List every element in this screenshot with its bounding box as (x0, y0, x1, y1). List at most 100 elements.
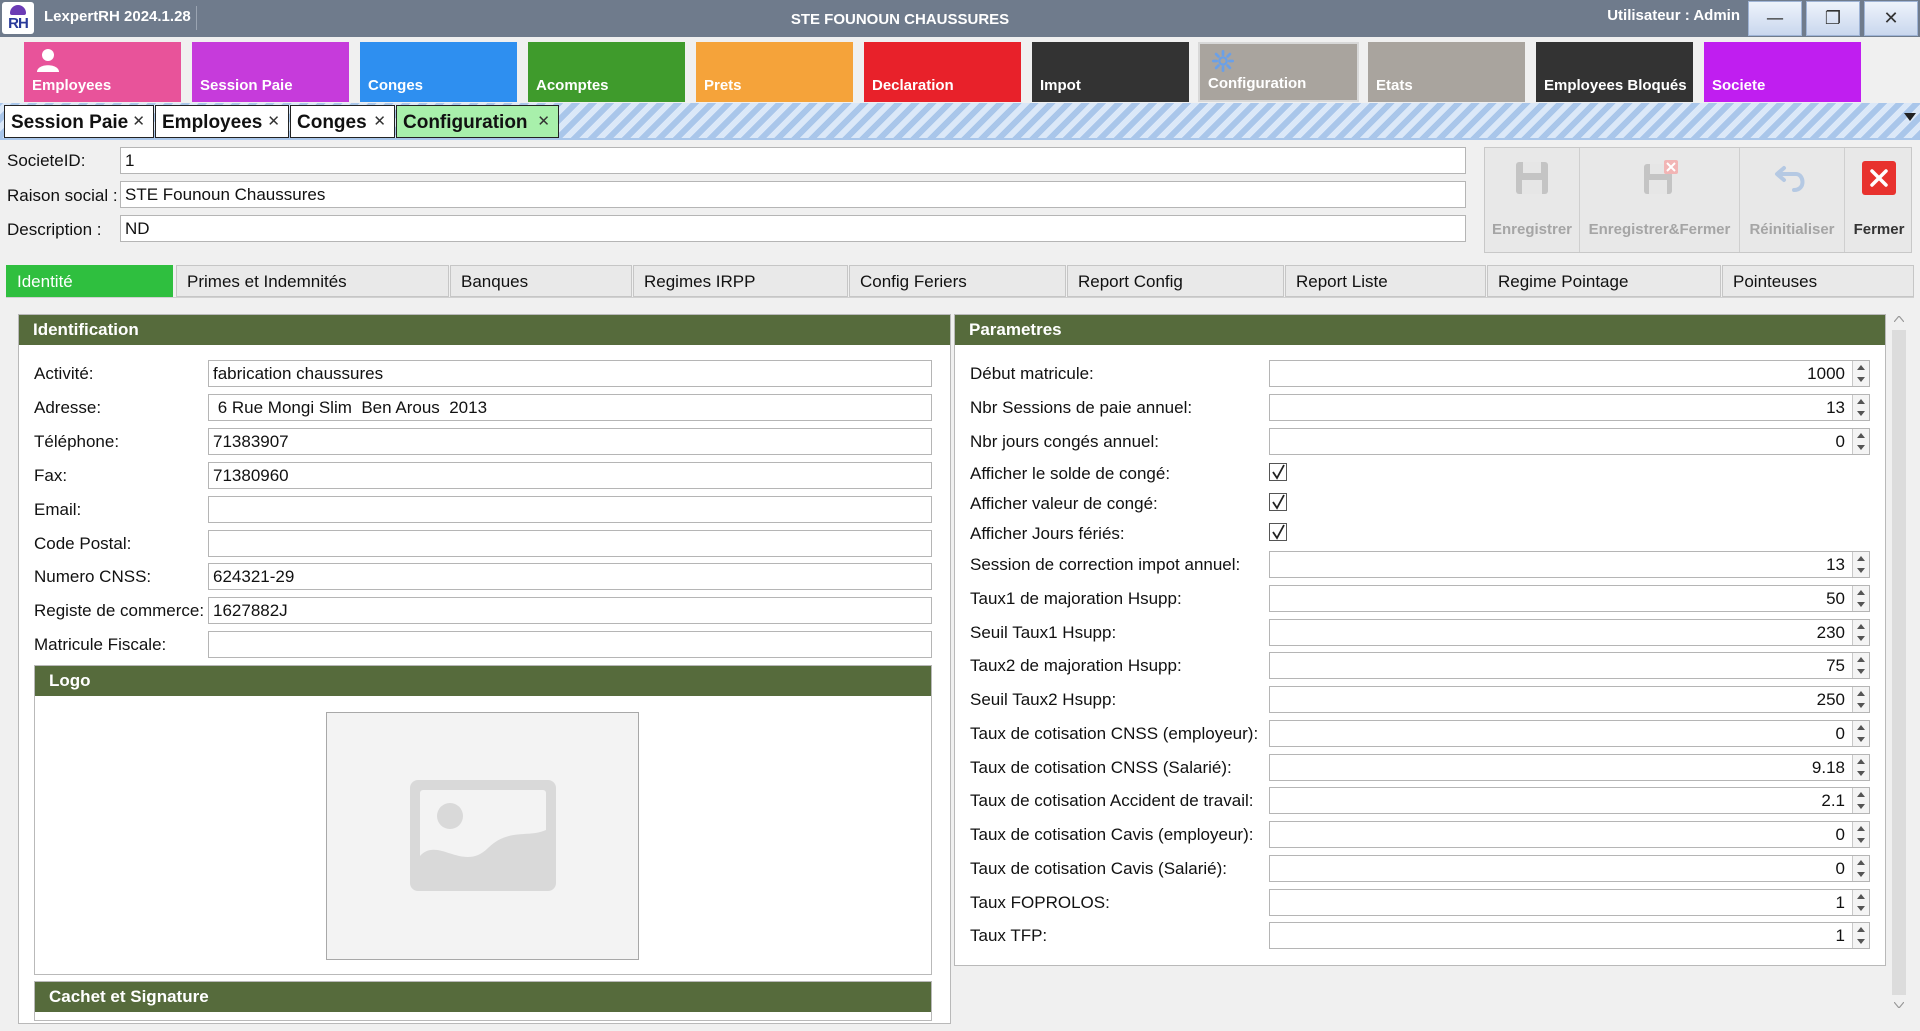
close-button[interactable]: Fermer (1845, 148, 1913, 252)
module-label: Employees Bloqués (1544, 77, 1687, 94)
spinner[interactable] (1852, 586, 1869, 611)
cnss-salarie-field[interactable]: 9.18 (1269, 754, 1870, 781)
accident-travail-field[interactable]: 2.1 (1269, 787, 1870, 814)
seuil-taux2-field[interactable]: 250 (1269, 686, 1870, 713)
registe-commerce-field[interactable]: 1627882J (208, 597, 932, 624)
seuil-taux1-field[interactable]: 230 (1269, 619, 1870, 646)
module-employees[interactable]: Employees (24, 42, 181, 102)
cavis-salarie-field[interactable]: 0 (1269, 855, 1870, 882)
close-icon[interactable]: ✕ (267, 112, 280, 130)
spinner[interactable] (1852, 395, 1869, 420)
raison-social-field[interactable]: STE Founoun Chaussures (120, 181, 1466, 208)
tab-identite[interactable]: Identité (6, 265, 173, 297)
spinner[interactable] (1852, 620, 1869, 645)
doc-tab-session-paie[interactable]: Session Paie ✕ (4, 105, 154, 138)
cavis-employeur-field[interactable]: 0 (1269, 821, 1870, 848)
module-employees-bloques[interactable]: Employees Bloqués (1536, 42, 1693, 102)
spinner[interactable] (1852, 822, 1869, 847)
restore-button[interactable]: ❐ (1806, 1, 1860, 36)
taux1-majoration-field[interactable]: 50 (1269, 585, 1870, 612)
numero-cnss-field[interactable]: 624321-29 (208, 563, 932, 590)
cnss-employeur-field[interactable]: 0 (1269, 720, 1870, 747)
activite-label: Activité: (34, 364, 94, 383)
spinner[interactable] (1852, 361, 1869, 386)
close-icon[interactable]: ✕ (537, 112, 550, 130)
chevron-down-icon[interactable] (1904, 113, 1916, 121)
close-icon[interactable]: ✕ (373, 112, 386, 130)
spinner[interactable] (1852, 429, 1869, 454)
nbr-sessions-field[interactable]: 13 (1269, 394, 1870, 421)
email-field[interactable] (208, 496, 932, 523)
debut-matricule-field[interactable]: 1000 (1269, 360, 1870, 387)
spinner[interactable] (1852, 890, 1869, 915)
vertical-scrollbar[interactable] (1890, 310, 1908, 1015)
module-societe[interactable]: Societe (1704, 42, 1861, 102)
spinner[interactable] (1852, 923, 1869, 948)
logo-header: Logo (35, 666, 931, 696)
scrollbar-thumb[interactable] (1892, 330, 1906, 995)
tab-config-feriers[interactable]: Config Feriers (849, 265, 1066, 297)
spinner[interactable] (1852, 552, 1869, 577)
doc-tab-conges[interactable]: Conges ✕ (290, 105, 395, 138)
cnss-employeur-label: Taux de cotisation CNSS (employeur): (970, 724, 1259, 743)
description-field[interactable]: ND (120, 215, 1466, 242)
module-conges[interactable]: Conges (360, 42, 517, 102)
tab-pointeuses[interactable]: Pointeuses (1722, 265, 1914, 297)
session-correction-field[interactable]: 13 (1269, 551, 1870, 578)
nbr-jours-conges-field[interactable]: 0 (1269, 428, 1870, 455)
matricule-fiscale-field[interactable] (208, 631, 932, 658)
scroll-up-icon[interactable] (1894, 316, 1904, 322)
fax-field[interactable]: 71380960 (208, 462, 932, 489)
tab-label: Pointeuses (1733, 272, 1818, 291)
tab-label: Report Config (1078, 272, 1183, 291)
afficher-solde-checkbox[interactable] (1269, 463, 1287, 481)
module-declaration[interactable]: Declaration (864, 42, 1021, 102)
module-etats[interactable]: Etats (1368, 42, 1525, 102)
save-close-button[interactable]: Enregistrer&Fermer (1580, 148, 1740, 252)
doc-tab-employees[interactable]: Employees ✕ (155, 105, 289, 138)
spinner[interactable] (1852, 721, 1869, 746)
tab-primes[interactable]: Primes et Indemnités (176, 265, 449, 297)
tab-report-config[interactable]: Report Config (1067, 265, 1284, 297)
reset-button[interactable]: Réinitialiser (1740, 148, 1845, 252)
afficher-jours-feries-checkbox[interactable] (1269, 523, 1287, 541)
taux2-majoration-field[interactable]: 75 (1269, 652, 1870, 679)
tfp-field[interactable]: 1 (1269, 922, 1870, 949)
parametres-header: Parametres (955, 315, 1885, 345)
tab-report-liste[interactable]: Report Liste (1285, 265, 1486, 297)
doc-tab-configuration[interactable]: Configuration ✕ (396, 105, 559, 138)
module-impot[interactable]: Impot (1032, 42, 1189, 102)
module-configuration[interactable]: Configuration (1198, 42, 1359, 102)
minimize-button[interactable]: — (1748, 1, 1802, 36)
module-acomptes[interactable]: Acomptes (528, 42, 685, 102)
spinner[interactable] (1852, 788, 1869, 813)
tab-regime-pointage[interactable]: Regime Pointage (1487, 265, 1721, 297)
foprolos-field[interactable]: 1 (1269, 889, 1870, 916)
telephone-field[interactable]: 71383907 (208, 428, 932, 455)
debut-matricule-label: Début matricule: (970, 364, 1094, 383)
spinner[interactable] (1852, 653, 1869, 678)
afficher-valeur-checkbox[interactable] (1269, 493, 1287, 511)
module-label: Employees (32, 77, 112, 94)
spinner[interactable] (1852, 687, 1869, 712)
scroll-down-icon[interactable] (1894, 1002, 1904, 1008)
tab-banques[interactable]: Banques (450, 265, 632, 297)
spinner[interactable] (1852, 856, 1869, 881)
spinner[interactable] (1852, 755, 1869, 780)
adresse-field[interactable]: 6 Rue Mongi Slim Ben Arous 2013 (208, 394, 932, 421)
save-button[interactable]: Enregistrer (1485, 148, 1580, 252)
module-label: Impot (1040, 77, 1081, 94)
close-icon[interactable]: ✕ (132, 112, 145, 130)
societe-id-field[interactable]: 1 (120, 147, 1466, 174)
module-prets[interactable]: Prets (696, 42, 853, 102)
tab-label: Identité (17, 272, 73, 291)
tab-regimes-irpp[interactable]: Regimes IRPP (633, 265, 848, 297)
close-window-button[interactable]: ✕ (1864, 1, 1918, 36)
activite-field[interactable]: fabrication chaussures (208, 360, 932, 387)
field-value: 1000 (1807, 364, 1845, 383)
doc-tab-label: Configuration (403, 112, 528, 133)
logo-image[interactable] (326, 712, 639, 960)
code-postal-field[interactable] (208, 530, 932, 557)
close-icon (1862, 161, 1896, 195)
module-session-paie[interactable]: Session Paie (192, 42, 349, 102)
